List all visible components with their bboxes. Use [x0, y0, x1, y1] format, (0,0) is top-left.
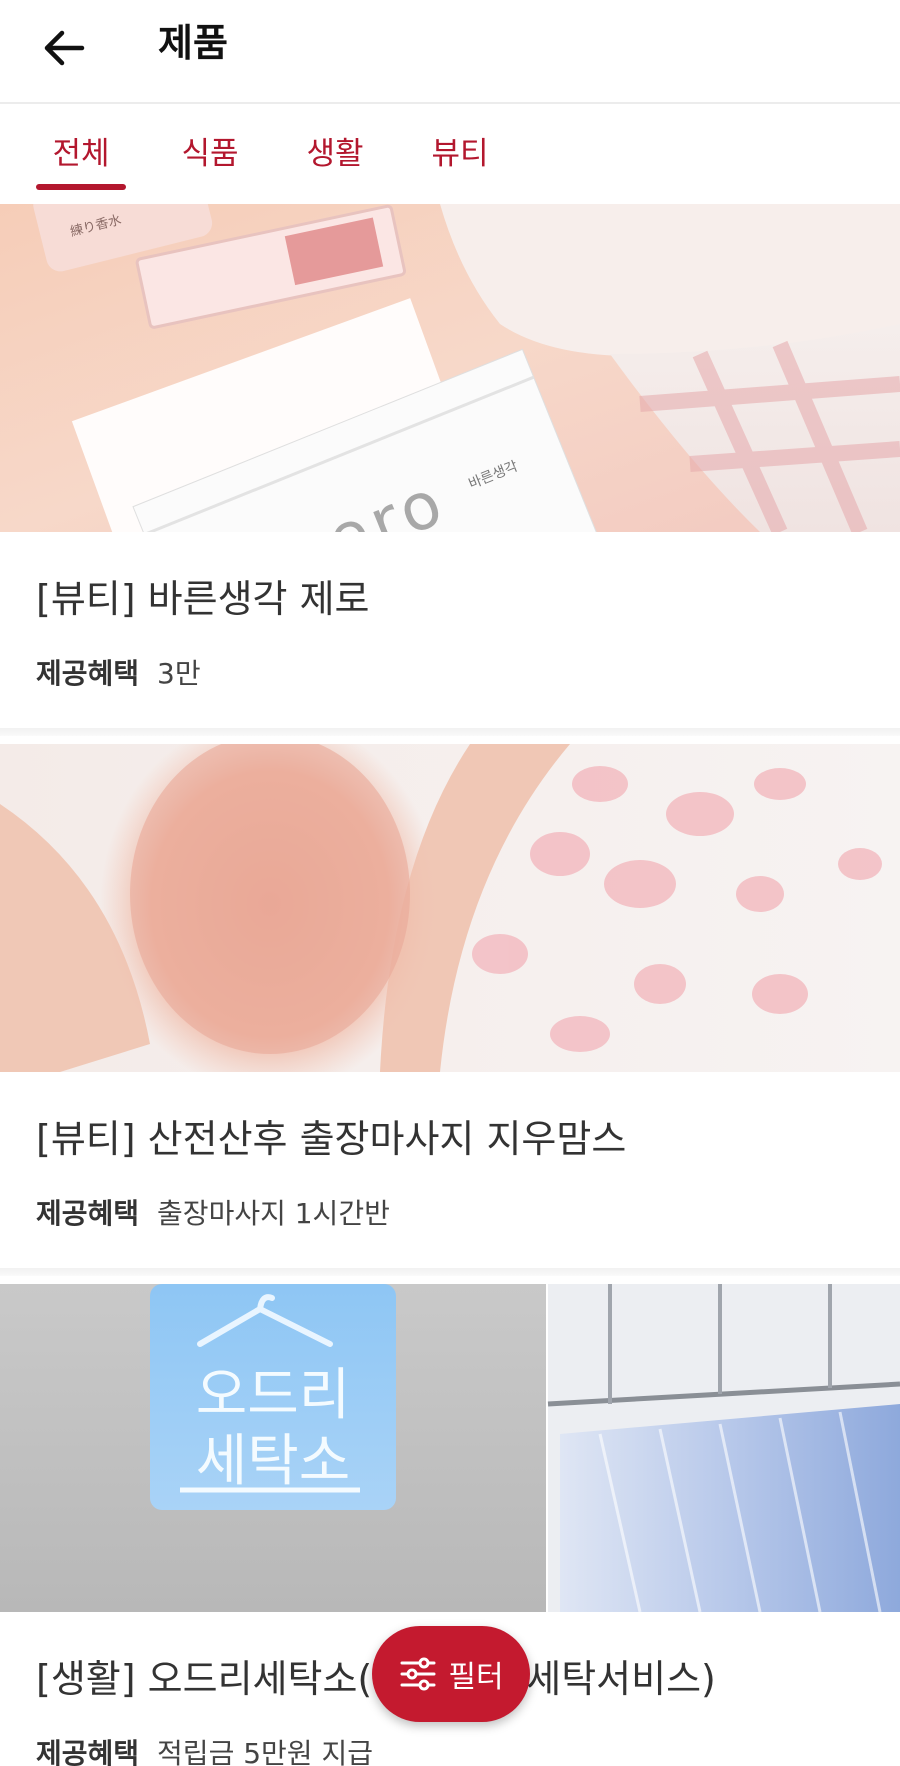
tab-food[interactable]: 식품 [165, 126, 255, 202]
category-tabs: 전체 식품 생활 뷰티 [0, 104, 900, 202]
app-bar: 제품 [0, 0, 900, 104]
tab-all[interactable]: 전체 [36, 126, 126, 202]
tab-label: 식품 [181, 136, 239, 172]
card-divider [0, 1268, 900, 1276]
product-image [0, 744, 900, 1072]
product-card[interactable]: 練り香水 zero 바른생각 [뷰티] 바른생각 제로 제공혜택 3만 [0, 204, 900, 728]
tab-beauty[interactable]: 뷰티 [415, 126, 505, 202]
product-image: 練り香水 zero 바른생각 [0, 204, 900, 532]
product-title: [뷰티] 산전산후 출장마사지 지우맘스 [36, 1117, 627, 1161]
sign-text-line2: 세탁소 [196, 1429, 351, 1494]
benefit-row: 제공혜택 적립금 5만원 지급 [36, 1732, 373, 1766]
product-title-tail: 세탁서비스) [526, 1657, 716, 1701]
product-title-head: [생활] 오드리세탁소( [36, 1657, 373, 1701]
filter-button[interactable]: 필터 [372, 1626, 530, 1722]
benefit-value: 3만 [157, 657, 201, 690]
product-image: 오드리 세탁소 [0, 1284, 900, 1612]
benefit-row: 제공혜택 출장마사지 1시간반 [36, 1192, 390, 1232]
product-title: [뷰티] 바른생각 제로 [36, 577, 370, 621]
tab-living[interactable]: 생활 [290, 126, 380, 202]
product-card[interactable]: [뷰티] 산전산후 출장마사지 지우맘스 제공혜택 출장마사지 1시간반 [0, 744, 900, 1268]
benefit-label: 제공혜택 [36, 1197, 140, 1230]
benefit-row: 제공혜택 3만 [36, 652, 201, 692]
filter-label: 필터 [448, 1660, 504, 1695]
benefit-label: 제공혜택 [36, 657, 140, 690]
page-title: 제품 [158, 21, 228, 65]
arrow-left-icon [44, 30, 85, 66]
benefit-label: 제공혜택 [36, 1737, 140, 1766]
card-divider [0, 728, 900, 736]
benefit-value: 출장마사지 1시간반 [157, 1197, 390, 1230]
back-button[interactable] [34, 18, 94, 78]
tab-label: 생활 [306, 136, 364, 172]
tab-label: 뷰티 [431, 136, 489, 172]
tab-label: 전체 [52, 136, 110, 172]
sign-text-line1: 오드리 [196, 1363, 351, 1428]
sliders-icon [400, 1657, 436, 1691]
benefit-value: 적립금 5만원 지급 [157, 1737, 373, 1766]
